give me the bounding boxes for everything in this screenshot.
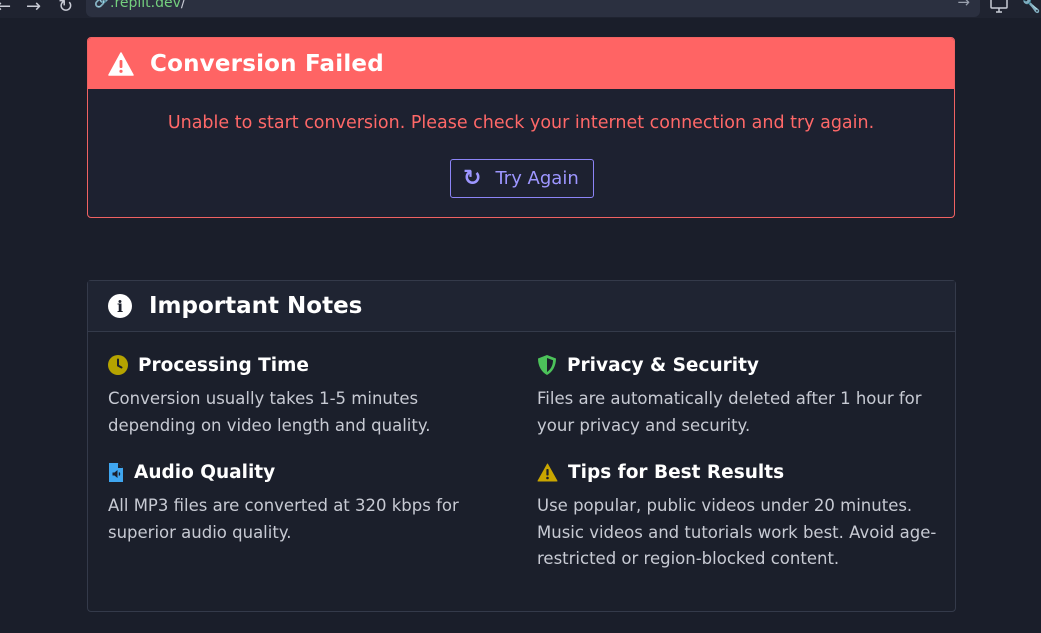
address-bar[interactable]: 🔗 .replit.dev/ → [86,0,980,17]
monitor-icon[interactable] [990,0,1008,17]
shield-icon [537,354,557,376]
reload-icon[interactable]: ↻ [58,0,73,17]
go-arrow-icon[interactable]: → [957,0,970,11]
wrench-icon[interactable]: 🔧 [1022,0,1041,14]
url-text: .replit.dev/ [110,0,186,11]
error-title: Conversion Failed [150,50,384,77]
forward-icon[interactable]: → [26,0,41,17]
note-body: Use popular, public videos under 20 minu… [537,496,937,568]
audio-file-icon [108,462,124,483]
note-processing-time: Processing Time Conversion usually takes… [108,353,508,439]
clock-icon [108,355,128,375]
note-tips: Tips for Best Results Use popular, publi… [537,460,937,573]
try-again-button[interactable]: ↻ Try Again [450,159,594,198]
notes-card: i Important Notes Processing Time Conver… [87,280,956,612]
try-again-label: Try Again [495,168,579,189]
notes-title: Important Notes [149,293,363,319]
back-icon[interactable]: ← [0,0,11,17]
refresh-icon: ↻ [463,165,482,191]
warning-icon [108,51,134,76]
error-header: Conversion Failed [88,38,954,89]
note-title: Tips for Best Results [568,461,785,483]
error-message: Unable to start conversion. Please check… [167,113,875,133]
note-body: Conversion usually takes 1-5 minutes dep… [108,389,431,435]
note-audio-quality: Audio Quality All MP3 files are converte… [108,460,508,546]
note-privacy-security: Privacy & Security Files are automatical… [537,353,937,439]
note-title: Audio Quality [134,461,276,483]
note-title: Privacy & Security [567,354,759,376]
warning-icon [537,463,558,482]
error-card: Conversion Failed Unable to start conver… [87,37,955,218]
note-body: All MP3 files are converted at 320 kbps … [108,496,459,542]
note-title: Processing Time [138,354,309,376]
browser-toolbar: ← → ↻ 🔗 .replit.dev/ → 🔧 [0,0,1041,18]
info-icon: i [108,294,132,318]
link-icon: 🔗 [94,0,111,9]
note-body: Files are automatically deleted after 1 … [537,389,922,435]
notes-header: i Important Notes [88,281,955,332]
